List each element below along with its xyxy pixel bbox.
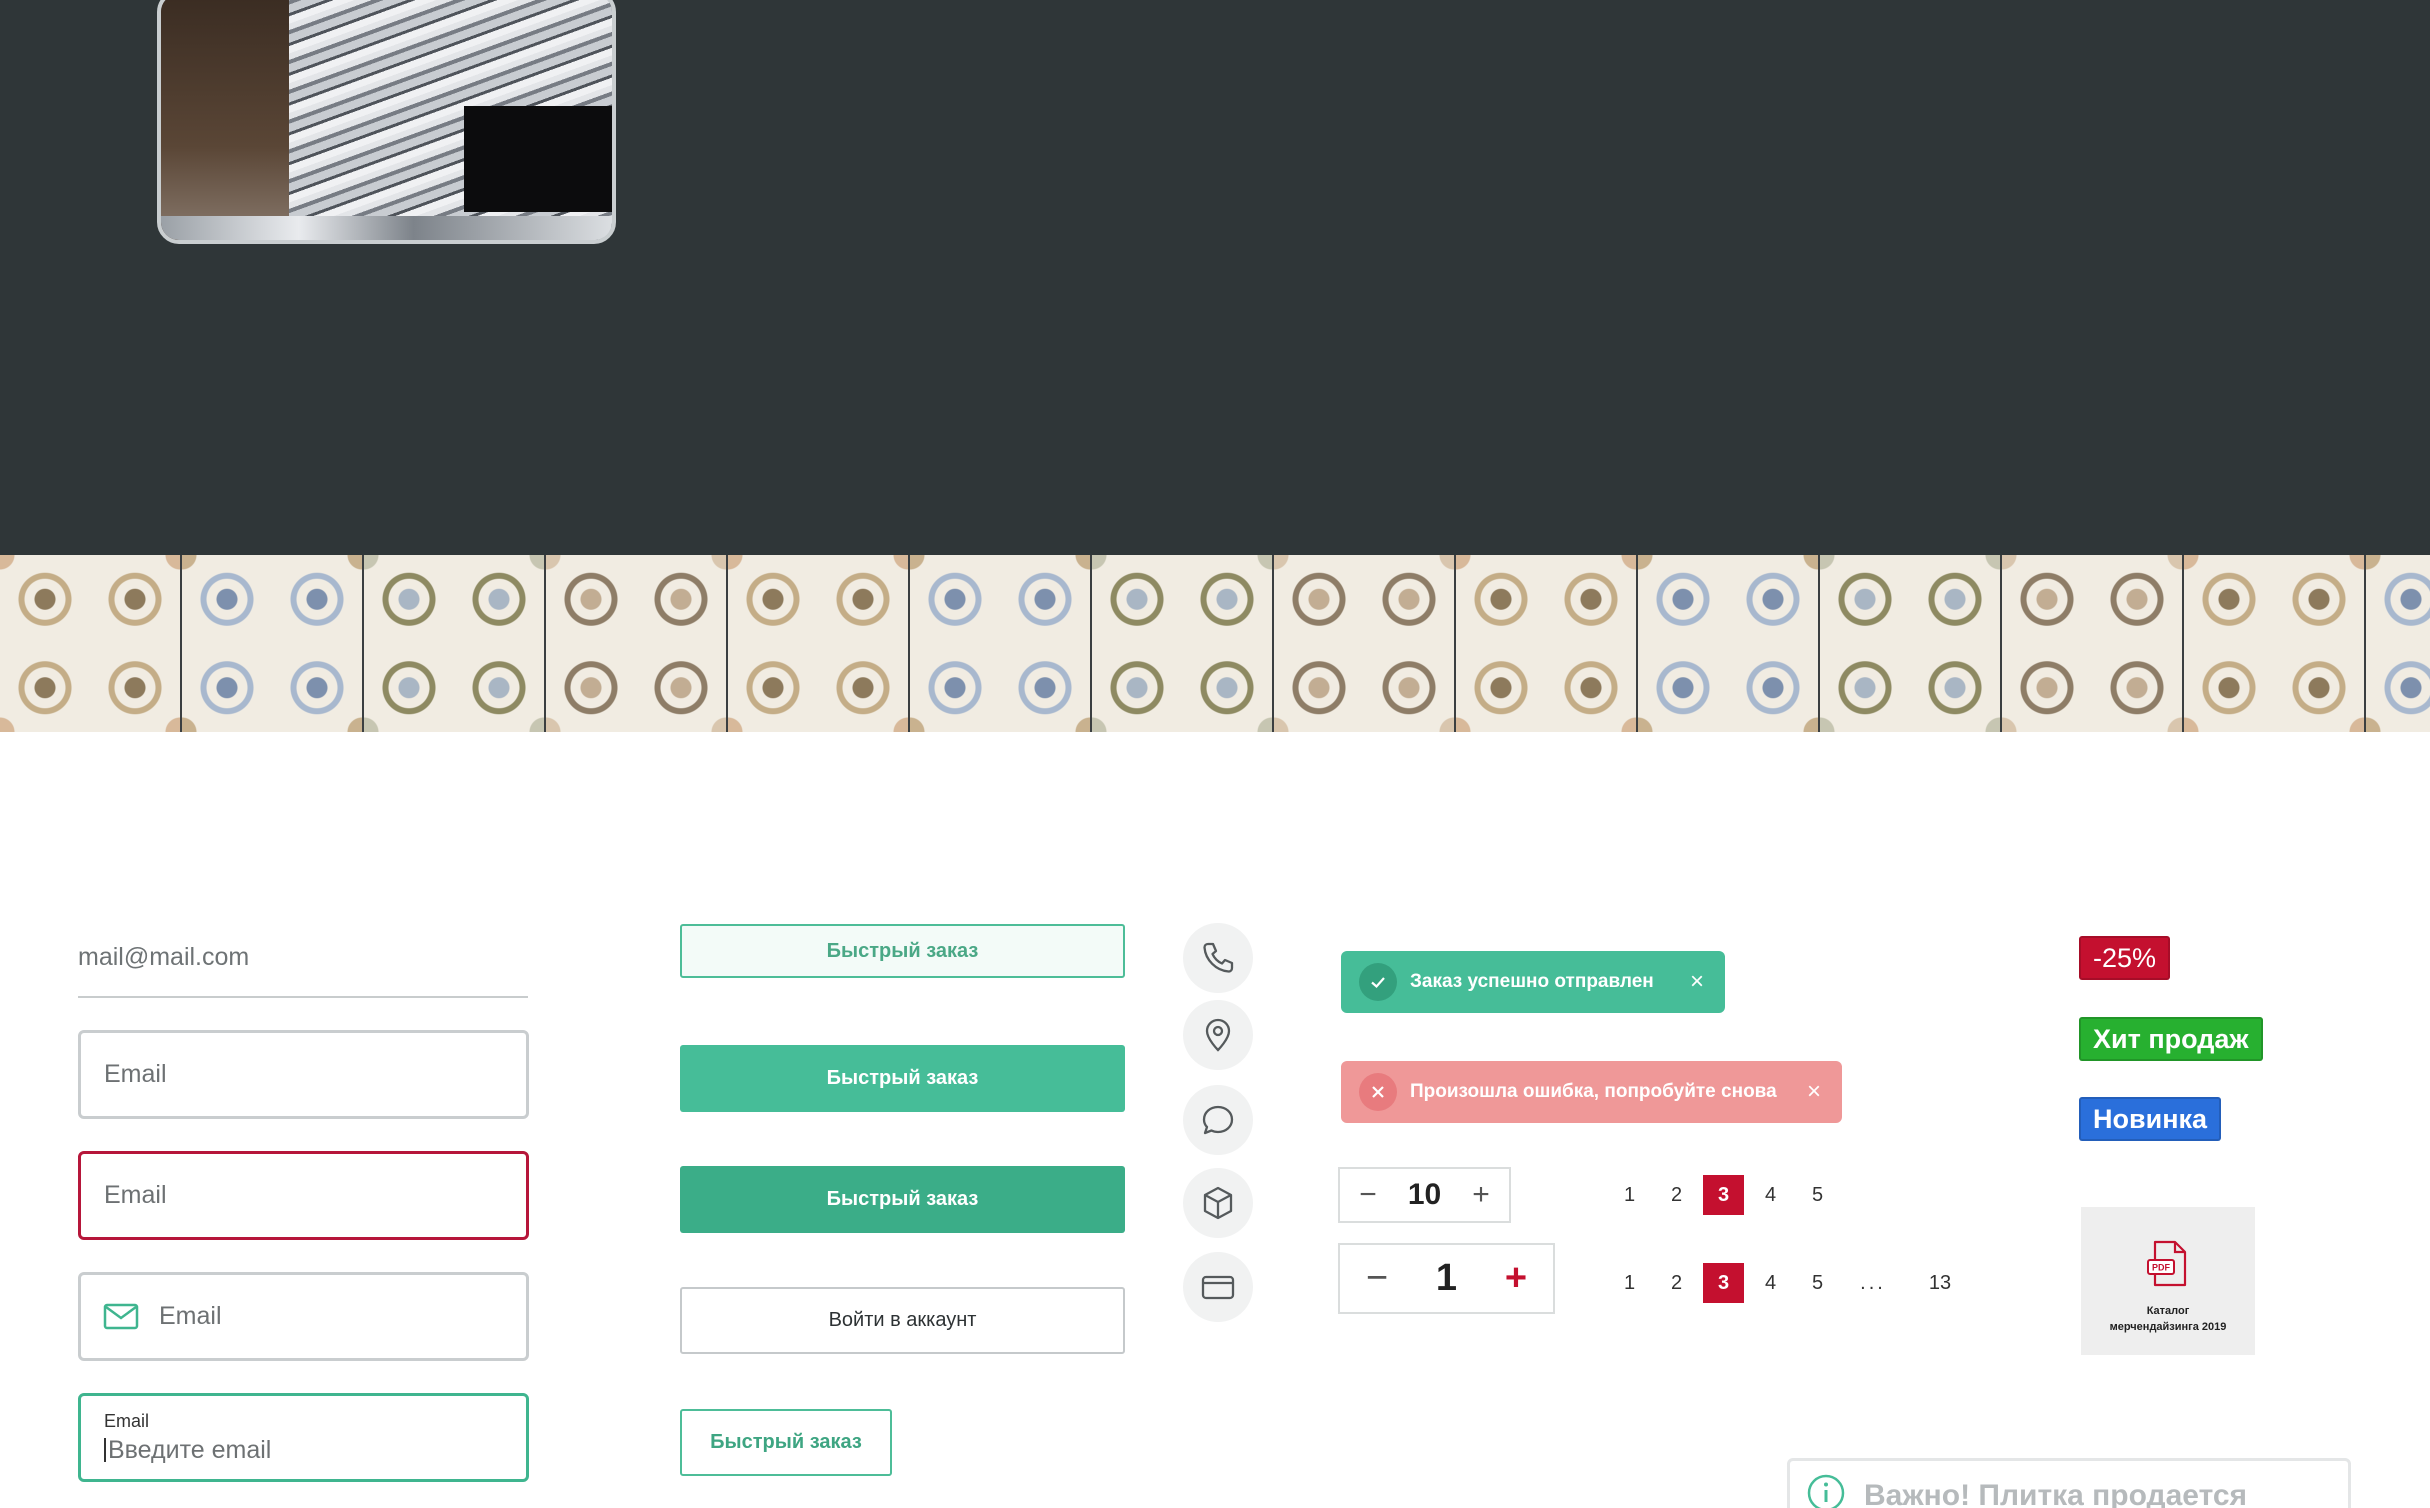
pdf-file-icon: PDF <box>2147 1240 2187 1287</box>
pdf-icon-text: PDF <box>2152 1263 2171 1273</box>
page-link-last[interactable]: 13 <box>1905 1263 1975 1303</box>
page-link[interactable]: 1 <box>1606 1263 1653 1303</box>
payment-button[interactable] <box>1183 1252 1253 1322</box>
catalog-title: Каталог мерчендайзинга 2019 <box>2110 1303 2227 1335</box>
photo-wood-wall <box>161 0 291 240</box>
page-link[interactable]: 2 <box>1653 1263 1700 1303</box>
pagination-short: 1 2 3 4 5 <box>1606 1175 1841 1215</box>
quick-order-button-filled[interactable]: Быстрый заказ <box>680 1045 1125 1112</box>
email-underline-value: mail@mail.com <box>78 943 250 971</box>
email-placeholder: Email <box>104 1060 167 1088</box>
tile-pattern-strip <box>0 555 2430 732</box>
close-icon[interactable]: × <box>1677 968 1717 996</box>
catalog-title-line1: Каталог <box>2146 1305 2190 1317</box>
mail-icon <box>103 1303 139 1330</box>
email-placeholder: Email <box>159 1302 222 1330</box>
email-underline-input[interactable]: mail@mail.com <box>78 935 528 998</box>
close-icon[interactable]: × <box>1794 1078 1834 1106</box>
page-ellipsis: ... <box>1860 1271 1886 1294</box>
email-field-with-icon[interactable]: Email <box>78 1272 529 1361</box>
email-placeholder: Введите email <box>104 1436 271 1465</box>
quantity-stepper-large: − 1 + <box>1338 1243 1555 1314</box>
sale-badge: -25% <box>2079 936 2171 980</box>
tile-sample <box>364 555 546 732</box>
tile-sample <box>1638 555 1820 732</box>
tile-sample <box>2366 555 2430 732</box>
quick-order-button-outline[interactable]: Быстрый заказ <box>680 924 1125 978</box>
email-field-active[interactable]: Email Введите email <box>78 1393 529 1482</box>
quantity-value[interactable]: 1 <box>1414 1257 1479 1300</box>
tile-sample <box>0 555 182 732</box>
pagination-long: 1 2 3 4 5 ... 13 <box>1606 1263 1975 1303</box>
page-link[interactable]: 4 <box>1747 1263 1794 1303</box>
notice-text: Важно! Плитка продается <box>1864 1479 2248 1508</box>
photo-black-bench <box>464 106 612 212</box>
email-placeholder: Email <box>104 1181 167 1209</box>
decrement-button[interactable]: − <box>1340 1257 1414 1300</box>
increment-button[interactable]: + <box>1453 1178 1509 1212</box>
photo-floor <box>161 216 612 240</box>
decrement-button[interactable]: − <box>1340 1178 1396 1212</box>
tile-sample <box>1820 555 2002 732</box>
page-link[interactable]: 5 <box>1794 1263 1841 1303</box>
info-notice: Важно! Плитка продается <box>1787 1458 2351 1508</box>
page-link-current[interactable]: 3 <box>1703 1175 1744 1215</box>
page-link-current[interactable]: 3 <box>1703 1263 1744 1303</box>
tile-sample <box>2002 555 2184 732</box>
page-link[interactable]: 5 <box>1794 1175 1841 1215</box>
check-icon <box>1359 963 1397 1001</box>
box-icon <box>1203 1186 1233 1220</box>
error-toast: Произошла ошибка, попробуйте снова × <box>1341 1061 1842 1123</box>
new-badge: Новинка <box>2079 1097 2222 1141</box>
error-x-icon <box>1359 1073 1397 1111</box>
tile-sample <box>1274 555 1456 732</box>
credit-card-icon <box>1201 1275 1235 1300</box>
delivery-button[interactable] <box>1183 1168 1253 1238</box>
success-toast-message: Заказ успешно отправлен <box>1410 971 1654 992</box>
catalog-title-line2: мерчендайзинга 2019 <box>2109 1321 2227 1333</box>
page-link[interactable]: 4 <box>1747 1175 1794 1215</box>
error-toast-message: Произошла ошибка, попробуйте снова <box>1410 1081 1777 1102</box>
page-link[interactable]: 1 <box>1606 1175 1653 1215</box>
quantity-value[interactable]: 10 <box>1396 1178 1453 1212</box>
page-link[interactable]: 2 <box>1653 1175 1700 1215</box>
tile-sample <box>728 555 910 732</box>
success-toast: Заказ успешно отправлен × <box>1341 951 1725 1013</box>
email-floating-label: Email <box>104 1410 150 1431</box>
quick-order-button-hover[interactable]: Быстрый заказ <box>680 1166 1125 1233</box>
login-button[interactable]: Войти в аккаунт <box>680 1287 1125 1354</box>
chat-button[interactable] <box>1183 1085 1253 1155</box>
tile-sample <box>910 555 1092 732</box>
tile-sample <box>2184 555 2366 732</box>
chat-bubble-icon <box>1202 1105 1234 1135</box>
tile-sample <box>182 555 364 732</box>
location-button[interactable] <box>1183 1000 1253 1070</box>
info-icon <box>1807 1474 1845 1508</box>
email-field-default[interactable]: Email <box>78 1030 529 1119</box>
bestseller-badge: Хит продаж <box>2079 1017 2263 1061</box>
location-pin-icon <box>1205 1018 1231 1052</box>
tile-sample <box>1456 555 1638 732</box>
tile-sample <box>1092 555 1274 732</box>
quantity-stepper: − 10 + <box>1338 1167 1511 1223</box>
interior-photo-card[interactable] <box>157 0 616 244</box>
phone-button[interactable] <box>1183 923 1253 993</box>
email-field-error[interactable]: Email <box>78 1151 529 1240</box>
increment-button[interactable]: + <box>1479 1257 1553 1300</box>
quick-order-button-small[interactable]: Быстрый заказ <box>680 1409 892 1476</box>
hero-banner <box>0 0 2430 555</box>
tile-sample <box>546 555 728 732</box>
phone-icon <box>1203 942 1234 973</box>
catalog-pdf-card[interactable]: PDF Каталог мерчендайзинга 2019 <box>2081 1207 2255 1355</box>
